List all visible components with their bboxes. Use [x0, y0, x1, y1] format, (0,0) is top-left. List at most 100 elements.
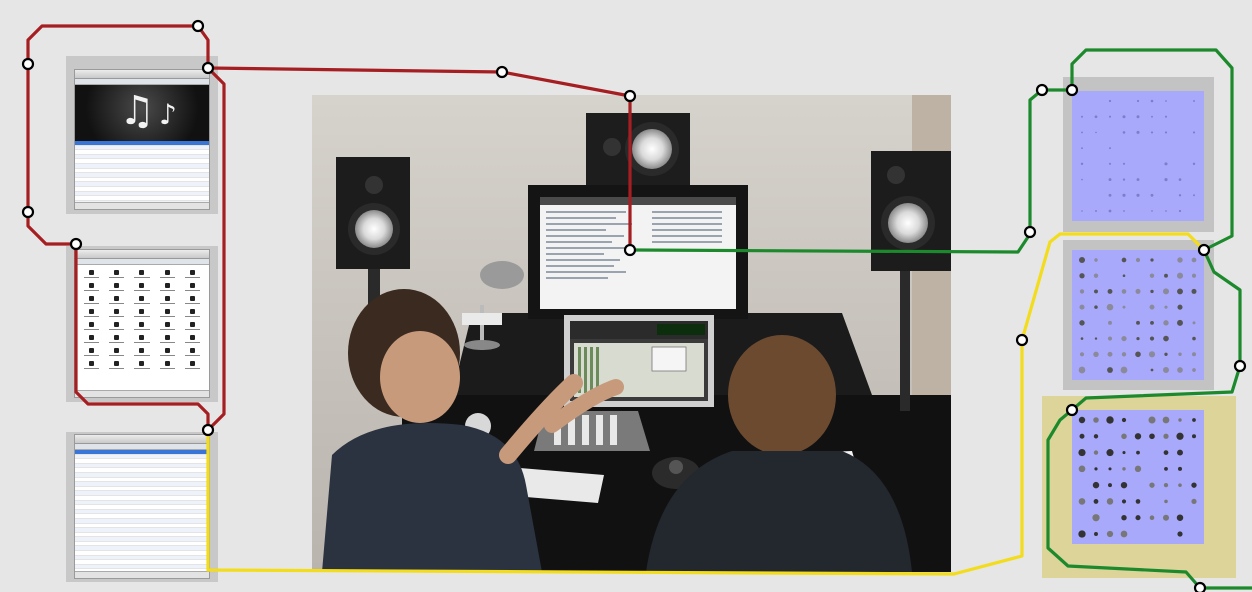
- route-node[interactable]: [1065, 403, 1079, 417]
- file-icon[interactable]: [155, 294, 180, 307]
- file-icon[interactable]: [180, 307, 205, 320]
- route-node[interactable]: [623, 89, 637, 103]
- finder-window-cover-list[interactable]: ♫ ♪: [66, 56, 218, 214]
- grid-dot: [1176, 432, 1184, 440]
- route-node[interactable]: [21, 57, 35, 71]
- grid-dot: [1122, 178, 1126, 181]
- route-node[interactable]: [201, 423, 215, 437]
- thumbnail-dense-selected[interactable]: [1042, 396, 1236, 578]
- file-icon[interactable]: [129, 281, 154, 294]
- file-icon[interactable]: [155, 268, 180, 281]
- file-icon[interactable]: [104, 294, 129, 307]
- grid-dot: [1163, 335, 1169, 342]
- grid-dot: [1164, 131, 1168, 134]
- file-icon[interactable]: [155, 320, 180, 333]
- grid-dot: [1151, 115, 1153, 118]
- file-icon[interactable]: [180, 346, 205, 359]
- file-icon[interactable]: [155, 333, 180, 346]
- grid-dot: [1081, 131, 1083, 134]
- route-node[interactable]: [21, 205, 35, 219]
- grid-dot: [1106, 498, 1114, 505]
- route-node[interactable]: [69, 237, 83, 251]
- grid-dot: [1094, 467, 1098, 471]
- grid-dot: [1121, 499, 1127, 504]
- grid-dot: [1178, 418, 1182, 422]
- file-icon[interactable]: [180, 294, 205, 307]
- grid-dot: [1123, 210, 1125, 212]
- file-icon-grid: [79, 268, 205, 387]
- grid-dot: [1122, 115, 1126, 119]
- file-icon[interactable]: [155, 346, 180, 359]
- file-icon[interactable]: [104, 307, 129, 320]
- route-node[interactable]: [1015, 333, 1029, 347]
- route-node[interactable]: [1233, 359, 1247, 373]
- file-icon[interactable]: [129, 346, 154, 359]
- grid-dot: [1095, 131, 1097, 134]
- route-node[interactable]: [1065, 83, 1079, 97]
- file-icon[interactable]: [129, 333, 154, 346]
- file-icon[interactable]: [79, 307, 104, 320]
- thumbnail-screen: [1072, 91, 1204, 221]
- file-icon[interactable]: [129, 294, 154, 307]
- file-icon[interactable]: [104, 320, 129, 333]
- grid-dot: [1178, 352, 1182, 357]
- grid-dot: [1093, 434, 1099, 439]
- route-node[interactable]: [1193, 581, 1207, 592]
- file-icon[interactable]: [180, 268, 205, 281]
- grid-dot: [1177, 319, 1183, 326]
- file-icon[interactable]: [155, 359, 180, 372]
- file-icon[interactable]: [104, 346, 129, 359]
- route-node[interactable]: [623, 243, 637, 257]
- file-icon[interactable]: [104, 281, 129, 294]
- grid-dot: [1151, 210, 1153, 212]
- grid-dot: [1079, 304, 1085, 310]
- file-icon[interactable]: [104, 333, 129, 346]
- route-node[interactable]: [495, 65, 509, 79]
- file-icon[interactable]: [104, 268, 129, 281]
- grid-dot: [1108, 178, 1112, 182]
- album-cover-preview: ♫ ♪: [75, 85, 209, 141]
- file-icon[interactable]: [79, 359, 104, 372]
- route-node[interactable]: [1197, 243, 1211, 257]
- file-icon[interactable]: [155, 307, 180, 320]
- grid-dot: [1093, 450, 1099, 455]
- route-node[interactable]: [201, 61, 215, 75]
- grid-dot: [1108, 467, 1112, 471]
- grid-dot: [1107, 351, 1113, 357]
- file-icon[interactable]: [129, 307, 154, 320]
- file-icon[interactable]: [79, 281, 104, 294]
- grid-dot: [1191, 498, 1197, 505]
- grid-dot: [1078, 530, 1086, 538]
- file-icon[interactable]: [180, 359, 205, 372]
- file-icon[interactable]: [129, 268, 154, 281]
- file-icon[interactable]: [129, 359, 154, 372]
- thumbnail-medium[interactable]: [1063, 240, 1214, 390]
- file-icon[interactable]: [180, 320, 205, 333]
- grid-dot: [1149, 273, 1155, 278]
- file-icon[interactable]: [155, 281, 180, 294]
- finder-path-bar: [75, 259, 209, 265]
- file-icon[interactable]: [180, 333, 205, 346]
- file-icon[interactable]: [79, 294, 104, 307]
- grid-dot: [1106, 303, 1114, 311]
- file-icon[interactable]: [180, 281, 205, 294]
- grid-dot: [1092, 514, 1100, 522]
- finder-window-icon-view[interactable]: [66, 246, 218, 402]
- grid-dot: [1136, 99, 1140, 103]
- grid-dot: [1121, 417, 1127, 423]
- route-node[interactable]: [1023, 225, 1037, 239]
- route-node[interactable]: [1035, 83, 1049, 97]
- grid-dot: [1191, 257, 1197, 263]
- thumbnail-screen: [1072, 250, 1204, 380]
- route-node[interactable]: [191, 19, 205, 33]
- finder-window-long-list[interactable]: [66, 432, 218, 582]
- file-icon[interactable]: [79, 268, 104, 281]
- file-icon[interactable]: [79, 320, 104, 333]
- grid-dot: [1192, 418, 1196, 422]
- file-icon[interactable]: [79, 346, 104, 359]
- thumbnail-sparse[interactable]: [1063, 77, 1214, 232]
- grid-dot: [1148, 416, 1156, 424]
- file-icon[interactable]: [104, 359, 129, 372]
- file-icon[interactable]: [129, 320, 154, 333]
- file-icon[interactable]: [79, 333, 104, 346]
